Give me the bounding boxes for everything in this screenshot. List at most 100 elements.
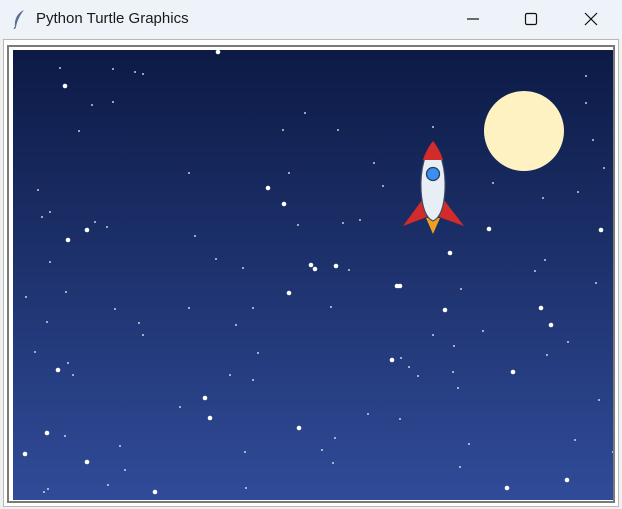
star	[188, 307, 190, 309]
star	[112, 68, 114, 70]
star	[492, 182, 494, 184]
maximize-button[interactable]	[502, 0, 560, 38]
star	[296, 425, 302, 431]
star	[399, 418, 401, 420]
star	[84, 459, 90, 465]
star	[567, 341, 569, 343]
star	[453, 345, 455, 347]
star	[603, 167, 605, 169]
star	[482, 330, 484, 332]
star	[548, 322, 554, 328]
star	[308, 262, 314, 268]
star	[577, 191, 579, 193]
star	[397, 283, 403, 289]
star	[65, 291, 67, 293]
star	[152, 489, 158, 495]
star	[22, 451, 28, 457]
star	[46, 321, 48, 323]
star	[215, 258, 217, 260]
title-bar[interactable]: Python Turtle Graphics	[0, 0, 622, 38]
star	[538, 305, 544, 311]
star	[55, 367, 61, 373]
star	[333, 263, 339, 269]
star	[304, 112, 306, 114]
star	[564, 477, 570, 483]
turtle-canvas[interactable]	[13, 50, 613, 500]
star	[64, 435, 66, 437]
star	[595, 282, 597, 284]
star	[67, 362, 69, 364]
star	[112, 101, 114, 103]
window-title: Python Turtle Graphics	[36, 10, 189, 27]
star	[332, 462, 334, 464]
star	[134, 71, 136, 73]
star	[207, 415, 213, 421]
star	[252, 379, 254, 381]
star	[486, 226, 492, 232]
star	[242, 267, 244, 269]
star	[544, 259, 546, 261]
star	[330, 306, 332, 308]
star	[598, 227, 604, 233]
star	[297, 224, 299, 226]
star	[244, 451, 246, 453]
star	[373, 162, 375, 164]
star	[342, 222, 344, 224]
star	[468, 443, 470, 445]
star	[72, 374, 74, 376]
star	[417, 375, 419, 377]
star	[432, 126, 434, 128]
star	[94, 221, 96, 223]
star	[585, 75, 587, 77]
star	[282, 129, 284, 131]
star	[460, 288, 462, 290]
star	[442, 307, 448, 313]
feather-icon	[13, 10, 24, 29]
star	[348, 269, 350, 271]
star	[257, 352, 259, 354]
star	[432, 334, 434, 336]
star	[598, 399, 600, 401]
star	[114, 308, 116, 310]
star	[47, 488, 49, 490]
star	[142, 73, 144, 75]
star	[504, 485, 510, 491]
star	[245, 487, 247, 489]
star	[107, 484, 109, 486]
star	[334, 437, 336, 439]
star	[44, 430, 50, 436]
star	[382, 185, 384, 187]
turtle-window: Python Turtle Graphics	[0, 0, 622, 509]
close-icon	[584, 12, 598, 26]
star	[91, 104, 93, 106]
star	[188, 172, 190, 174]
star	[59, 67, 61, 69]
star	[229, 374, 231, 376]
close-button[interactable]	[562, 0, 620, 38]
star	[281, 201, 287, 207]
star	[252, 307, 254, 309]
star	[34, 351, 36, 353]
star	[142, 334, 144, 336]
star	[337, 129, 339, 131]
star	[43, 491, 45, 493]
star	[457, 387, 459, 389]
star	[286, 290, 292, 296]
star	[459, 466, 461, 468]
star	[542, 197, 544, 199]
star	[179, 406, 181, 408]
star	[202, 395, 208, 401]
star	[408, 366, 410, 368]
star	[106, 226, 108, 228]
star	[49, 211, 51, 213]
star	[546, 354, 548, 356]
star	[389, 357, 395, 363]
star	[41, 216, 43, 218]
star	[452, 371, 454, 373]
moon	[484, 91, 564, 171]
star	[312, 266, 318, 272]
minimize-button[interactable]	[444, 0, 502, 38]
star	[510, 369, 516, 375]
star	[119, 445, 121, 447]
star	[65, 237, 71, 243]
